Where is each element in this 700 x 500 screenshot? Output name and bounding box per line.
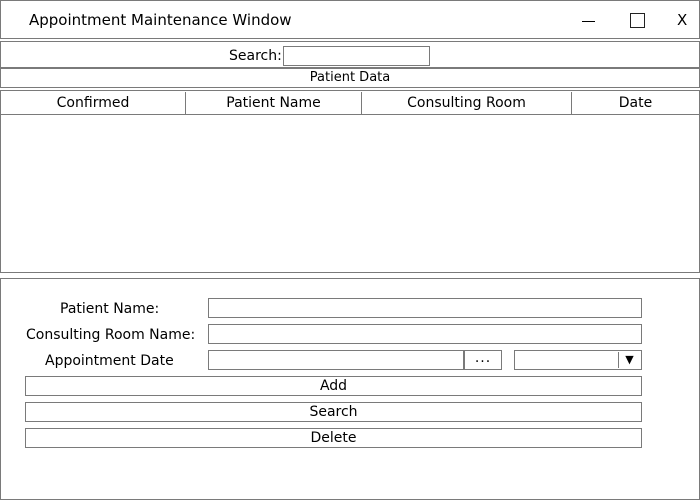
appointment-date-input[interactable] <box>208 350 464 370</box>
title-bar: Appointment Maintenance Window X <box>0 0 700 39</box>
minimize-icon[interactable] <box>579 8 599 32</box>
delete-button[interactable]: Delete <box>25 428 642 448</box>
close-button[interactable]: X <box>677 11 687 29</box>
column-header-date[interactable]: Date <box>572 92 699 114</box>
consulting-room-input[interactable] <box>208 324 642 344</box>
patient-name-label: Patient Name: <box>60 301 160 317</box>
appointment-date-label: Appointment Date <box>45 353 174 369</box>
maximize-icon[interactable] <box>630 13 645 28</box>
patient-name-input[interactable] <box>208 298 642 318</box>
add-button[interactable]: Add <box>25 376 642 396</box>
column-header-confirmed[interactable]: Confirmed <box>1 92 186 114</box>
search-button[interactable]: Search <box>25 402 642 422</box>
search-input[interactable] <box>283 46 430 66</box>
window-title: Appointment Maintenance Window <box>29 11 292 29</box>
date-picker-button[interactable]: ... <box>464 350 502 370</box>
search-bar: Search: <box>0 41 700 68</box>
time-select[interactable]: ▼ <box>514 350 642 370</box>
column-header-consulting-room[interactable]: Consulting Room <box>362 92 572 114</box>
grid-header: Confirmed Patient Name Consulting Room D… <box>1 92 699 115</box>
appointments-grid[interactable]: Confirmed Patient Name Consulting Room D… <box>0 90 700 273</box>
search-label: Search: <box>229 48 282 64</box>
patient-data-label: Patient Data <box>0 68 700 88</box>
triangle-down-icon[interactable]: ▼ <box>618 352 640 368</box>
consulting-room-label: Consulting Room Name: <box>26 327 196 343</box>
column-header-patient-name[interactable]: Patient Name <box>186 92 362 114</box>
appointment-form: Patient Name: Consulting Room Name: Appo… <box>0 278 700 500</box>
